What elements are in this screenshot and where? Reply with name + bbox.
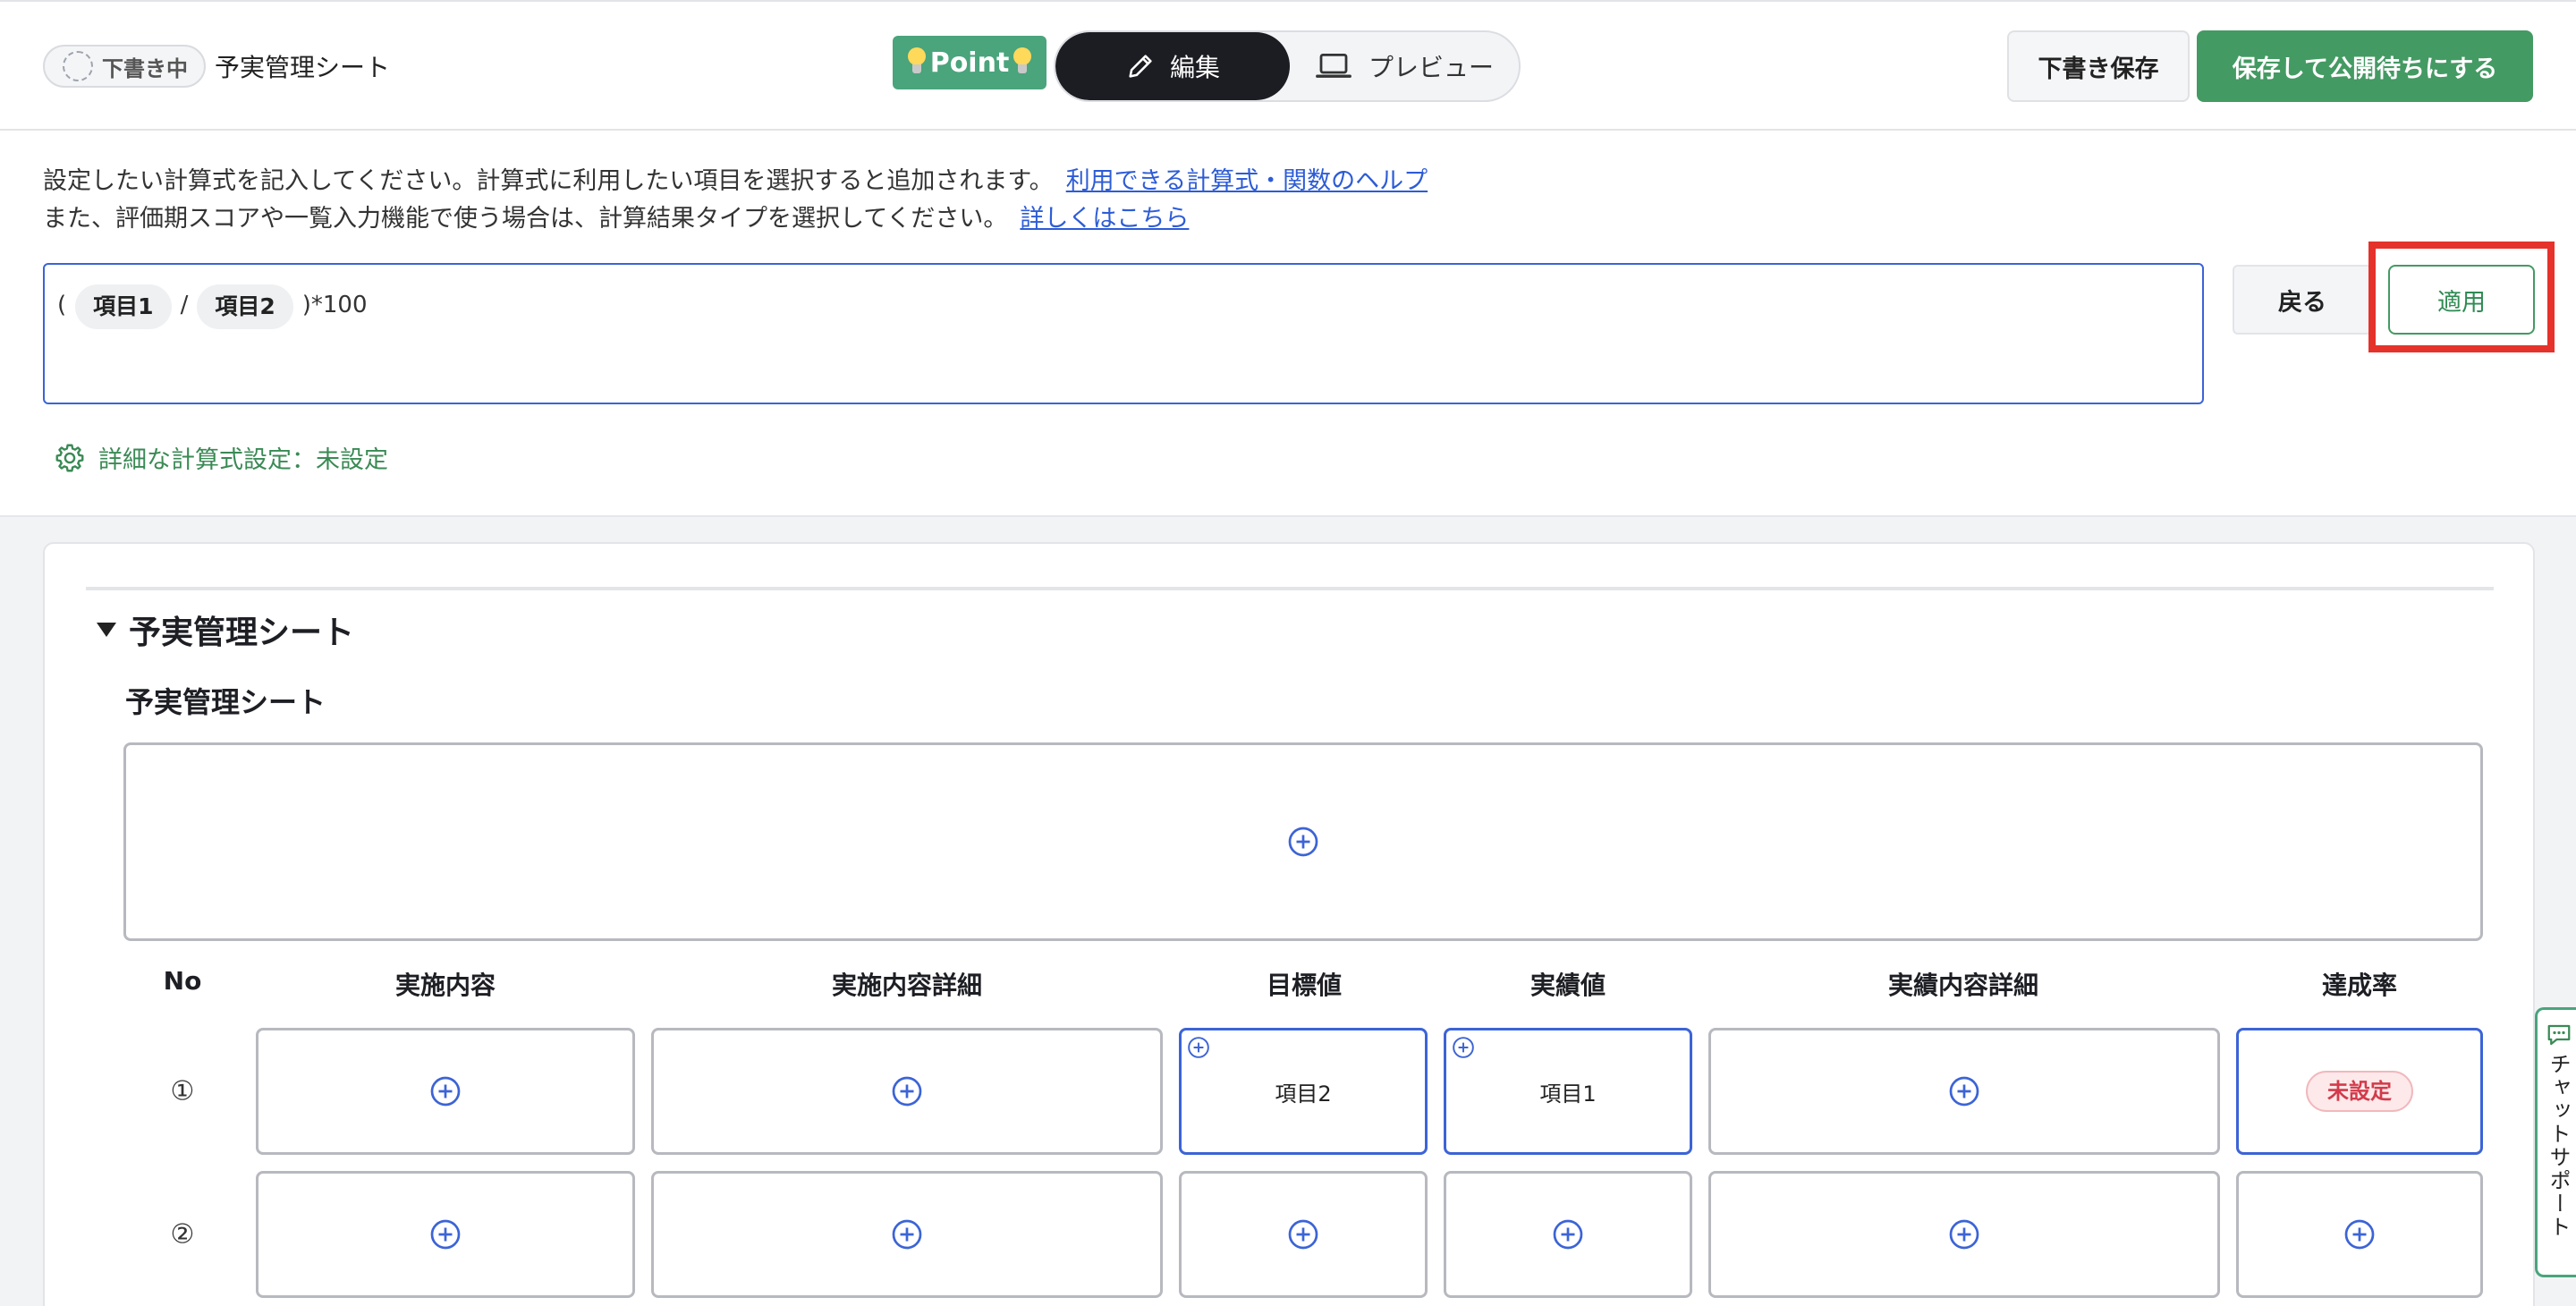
section-title: 予実管理シート: [129, 615, 355, 651]
apply-button[interactable]: 適用: [2388, 265, 2535, 335]
column-header-actual: 実績値: [1530, 971, 1606, 1000]
table-cell[interactable]: [256, 1171, 635, 1298]
unset-badge: 未設定: [2306, 1071, 2413, 1112]
status-badge-label: 下書き中: [102, 55, 188, 81]
row-number: ②: [170, 1218, 195, 1251]
achievement-rate-cell[interactable]: 未設定: [2236, 1028, 2483, 1155]
table-cell[interactable]: [1179, 1171, 1428, 1298]
column-header-content: 実施内容: [394, 971, 496, 1000]
actual-value-cell[interactable]: 項目1: [1444, 1028, 1692, 1155]
caret-down-icon: [97, 623, 116, 637]
gear-icon: [55, 444, 84, 471]
lightbulb-icon: [1013, 47, 1032, 78]
mode-toggle: 編集 プレビュー: [1054, 30, 1521, 102]
pencil-icon: [1129, 55, 1152, 78]
target-value-cell[interactable]: 項目2: [1179, 1028, 1428, 1155]
save-and-publish-button[interactable]: 保存して公開待ちにする: [2197, 30, 2533, 102]
formula-tail: )*100: [301, 292, 368, 318]
add-circle-icon[interactable]: [1287, 1218, 1319, 1251]
laptop-icon: [1316, 54, 1352, 78]
formula-chip-item1[interactable]: 項目1: [75, 284, 172, 329]
divider: [86, 587, 2494, 590]
chat-support-label: チャットサポート: [2546, 1053, 2571, 1239]
edit-mode-label: 編集: [1169, 53, 1220, 82]
formula-operator: /: [180, 292, 189, 318]
formula-input[interactable]: ( 項目1 / 項目2 )*100: [43, 263, 2204, 404]
formula-open-paren: (: [57, 292, 67, 318]
formula-panel: 設定したい計算式を記入してください。計算式に利用したい項目を選択すると追加されま…: [0, 131, 2576, 517]
point-button[interactable]: Point: [893, 36, 1046, 89]
preview-mode-label: プレビュー: [1368, 53, 1494, 82]
status-badge: 下書き中: [43, 45, 206, 88]
help-text: 設定したい計算式を記入してください。計算式に利用したい項目を選択すると追加されま…: [43, 167, 1054, 195]
add-circle-icon[interactable]: [1452, 1036, 1475, 1059]
cell-value: 項目2: [1275, 1081, 1332, 1107]
edit-mode-tab[interactable]: 編集: [1055, 32, 1290, 100]
add-circle-icon[interactable]: [1552, 1218, 1584, 1251]
column-header-achievement-rate: 達成率: [2321, 971, 2398, 1000]
column-header-no: No: [163, 966, 202, 996]
sheet-subtitle: 予実管理シート: [125, 685, 326, 719]
advanced-formula-setting[interactable]: 詳細な計算式設定：未設定: [54, 440, 388, 475]
table-cell[interactable]: [2236, 1171, 2483, 1298]
page-title: 予実管理シート: [215, 53, 391, 82]
sheet-card: 予実管理シート 予実管理シート No 実施内容 実施内容詳細 目標値 実績値 実…: [43, 542, 2535, 1306]
table-cell[interactable]: [1708, 1028, 2220, 1155]
add-circle-icon[interactable]: [891, 1075, 923, 1107]
back-button[interactable]: 戻る: [2233, 265, 2372, 335]
add-circle-icon[interactable]: [429, 1218, 462, 1251]
empty-block-area[interactable]: [123, 742, 2483, 941]
add-circle-icon[interactable]: [1948, 1075, 1980, 1107]
table-cell[interactable]: [1444, 1171, 1692, 1298]
draft-status-icon: [63, 51, 93, 81]
table-cell[interactable]: [651, 1028, 1163, 1155]
add-circle-icon[interactable]: [1287, 826, 1319, 858]
add-circle-icon[interactable]: [2343, 1218, 2376, 1251]
details-link[interactable]: 詳しくはこちら: [1020, 205, 1189, 233]
save-draft-button[interactable]: 下書き保存: [2007, 30, 2190, 102]
help-text-line1: 設定したい計算式を記入してください。計算式に利用したい項目を選択すると追加されま…: [43, 161, 1428, 196]
header-bar: 下書き中 予実管理シート Point 編集 プレビュー 下書き保存 保存して公開…: [0, 0, 2576, 131]
chat-bubble-icon: [2547, 1024, 2570, 1046]
add-circle-icon[interactable]: [429, 1075, 462, 1107]
chat-support-tab[interactable]: チャットサポート: [2535, 1007, 2576, 1277]
add-circle-icon[interactable]: [1187, 1036, 1210, 1059]
help-text-line2: また、評価期スコアや一覧入力機能で使う場合は、計算結果タイプを選択してください。…: [43, 199, 1189, 233]
add-circle-icon[interactable]: [1948, 1218, 1980, 1251]
row-number: ①: [170, 1075, 195, 1107]
help-text: また、評価期スコアや一覧入力機能で使う場合は、計算結果タイプを選択してください。: [43, 205, 1008, 233]
add-circle-icon[interactable]: [891, 1218, 923, 1251]
cell-value: 項目1: [1539, 1081, 1597, 1107]
formula-chip-item2[interactable]: 項目2: [197, 284, 293, 329]
point-label: Point: [929, 47, 1010, 79]
section-toggle[interactable]: 予実管理シート: [97, 606, 354, 653]
advanced-setting-label: 詳細な計算式設定：未設定: [98, 446, 388, 474]
lightbulb-icon: [907, 47, 927, 78]
preview-mode-tab[interactable]: プレビュー: [1290, 32, 1519, 100]
table-cell[interactable]: [651, 1171, 1163, 1298]
column-header-actual-detail: 実績内容詳細: [1887, 971, 2039, 1000]
table-cell[interactable]: [256, 1028, 635, 1155]
column-header-content-detail: 実施内容詳細: [831, 971, 983, 1000]
column-header-target: 目標値: [1266, 971, 1343, 1000]
formula-help-link[interactable]: 利用できる計算式・関数のヘルプ: [1066, 167, 1428, 195]
table-cell[interactable]: [1708, 1171, 2220, 1298]
